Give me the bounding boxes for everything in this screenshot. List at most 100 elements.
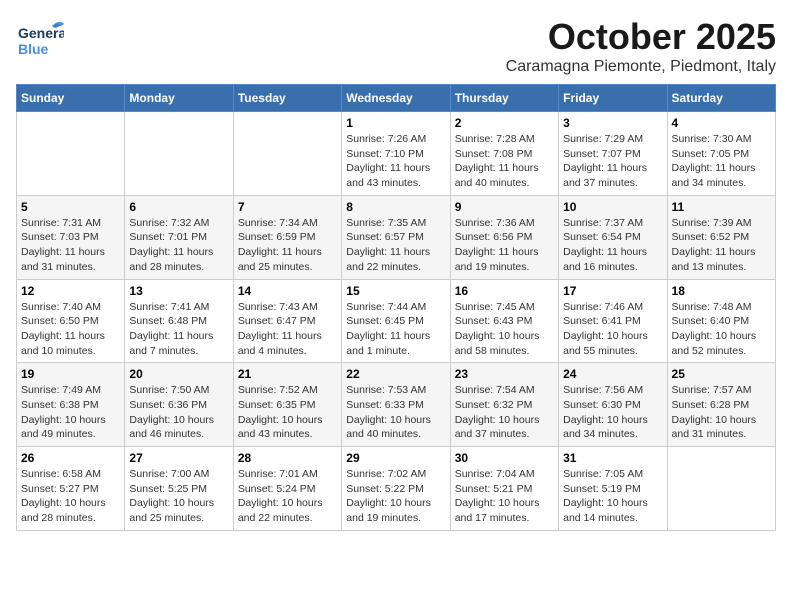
logo-icon: General Blue xyxy=(16,16,64,64)
day-number: 21 xyxy=(238,367,337,381)
day-info: Sunrise: 7:37 AM Sunset: 6:54 PM Dayligh… xyxy=(563,216,662,275)
day-cell xyxy=(125,112,233,196)
day-info: Sunrise: 7:45 AM Sunset: 6:43 PM Dayligh… xyxy=(455,300,554,359)
day-info: Sunrise: 7:30 AM Sunset: 7:05 PM Dayligh… xyxy=(672,132,771,191)
day-info: Sunrise: 7:48 AM Sunset: 6:40 PM Dayligh… xyxy=(672,300,771,359)
day-info: Sunrise: 7:34 AM Sunset: 6:59 PM Dayligh… xyxy=(238,216,337,275)
day-cell: 18 Sunrise: 7:48 AM Sunset: 6:40 PM Dayli… xyxy=(667,279,775,363)
day-cell: 6 Sunrise: 7:32 AM Sunset: 7:01 PM Daylig… xyxy=(125,195,233,279)
day-info: Sunrise: 7:02 AM Sunset: 5:22 PM Dayligh… xyxy=(346,467,445,526)
logo: General Blue xyxy=(16,16,64,64)
page-header: General Blue October 2025 Caramagna Piem… xyxy=(16,16,776,76)
day-number: 2 xyxy=(455,116,554,130)
day-number: 15 xyxy=(346,284,445,298)
day-cell: 11 Sunrise: 7:39 AM Sunset: 6:52 PM Dayli… xyxy=(667,195,775,279)
day-cell: 23 Sunrise: 7:54 AM Sunset: 6:32 PM Dayli… xyxy=(450,363,558,447)
day-info: Sunrise: 7:50 AM Sunset: 6:36 PM Dayligh… xyxy=(129,383,228,442)
day-info: Sunrise: 7:26 AM Sunset: 7:10 PM Dayligh… xyxy=(346,132,445,191)
day-cell: 3 Sunrise: 7:29 AM Sunset: 7:07 PM Daylig… xyxy=(559,112,667,196)
day-info: Sunrise: 7:44 AM Sunset: 6:45 PM Dayligh… xyxy=(346,300,445,359)
day-info: Sunrise: 7:04 AM Sunset: 5:21 PM Dayligh… xyxy=(455,467,554,526)
day-cell: 28Sunrise: 7:01 AM Sunset: 5:24 PM Dayli… xyxy=(233,447,341,531)
day-cell: 2 Sunrise: 7:28 AM Sunset: 7:08 PM Daylig… xyxy=(450,112,558,196)
day-cell: 14Sunrise: 7:43 AM Sunset: 6:47 PM Dayli… xyxy=(233,279,341,363)
day-number: 14 xyxy=(238,284,337,298)
day-number: 24 xyxy=(563,367,662,381)
day-number: 30 xyxy=(455,451,554,465)
day-cell: 26Sunrise: 6:58 AM Sunset: 5:27 PM Dayli… xyxy=(17,447,125,531)
day-info: Sunrise: 7:00 AM Sunset: 5:25 PM Dayligh… xyxy=(129,467,228,526)
day-info: Sunrise: 7:54 AM Sunset: 6:32 PM Dayligh… xyxy=(455,383,554,442)
day-number: 1 xyxy=(346,116,445,130)
day-header-monday: Monday xyxy=(125,85,233,112)
day-header-saturday: Saturday xyxy=(667,85,775,112)
day-info: Sunrise: 7:53 AM Sunset: 6:33 PM Dayligh… xyxy=(346,383,445,442)
day-cell: 7Sunrise: 7:34 AM Sunset: 6:59 PM Daylig… xyxy=(233,195,341,279)
day-cell: 12Sunrise: 7:40 AM Sunset: 6:50 PM Dayli… xyxy=(17,279,125,363)
day-number: 17 xyxy=(563,284,662,298)
day-info: Sunrise: 7:29 AM Sunset: 7:07 PM Dayligh… xyxy=(563,132,662,191)
day-number: 5 xyxy=(21,200,120,214)
day-info: Sunrise: 7:05 AM Sunset: 5:19 PM Dayligh… xyxy=(563,467,662,526)
day-header-tuesday: Tuesday xyxy=(233,85,341,112)
day-info: Sunrise: 7:56 AM Sunset: 6:30 PM Dayligh… xyxy=(563,383,662,442)
week-row-2: 5Sunrise: 7:31 AM Sunset: 7:03 PM Daylig… xyxy=(17,195,776,279)
title-block: October 2025 Caramagna Piemonte, Piedmon… xyxy=(506,16,776,76)
day-number: 25 xyxy=(672,367,771,381)
day-number: 11 xyxy=(672,200,771,214)
day-number: 26 xyxy=(21,451,120,465)
day-number: 3 xyxy=(563,116,662,130)
day-number: 18 xyxy=(672,284,771,298)
day-header-thursday: Thursday xyxy=(450,85,558,112)
day-number: 29 xyxy=(346,451,445,465)
day-cell: 22Sunrise: 7:53 AM Sunset: 6:33 PM Dayli… xyxy=(342,363,450,447)
day-info: Sunrise: 7:01 AM Sunset: 5:24 PM Dayligh… xyxy=(238,467,337,526)
day-number: 9 xyxy=(455,200,554,214)
week-row-4: 19Sunrise: 7:49 AM Sunset: 6:38 PM Dayli… xyxy=(17,363,776,447)
day-number: 4 xyxy=(672,116,771,130)
day-cell: 21 Sunrise: 7:52 AM Sunset: 6:35 PM Dayli… xyxy=(233,363,341,447)
month-title: October 2025 xyxy=(506,16,776,58)
day-info: Sunrise: 7:39 AM Sunset: 6:52 PM Dayligh… xyxy=(672,216,771,275)
day-number: 23 xyxy=(455,367,554,381)
day-cell: 27 Sunrise: 7:00 AM Sunset: 5:25 PM Dayli… xyxy=(125,447,233,531)
svg-text:Blue: Blue xyxy=(18,41,49,57)
day-cell: 1 Sunrise: 7:26 AM Sunset: 7:10 PM Daylig… xyxy=(342,112,450,196)
day-cell: 16Sunrise: 7:45 AM Sunset: 6:43 PM Dayli… xyxy=(450,279,558,363)
day-cell: 8Sunrise: 7:35 AM Sunset: 6:57 PM Daylig… xyxy=(342,195,450,279)
week-row-5: 26Sunrise: 6:58 AM Sunset: 5:27 PM Dayli… xyxy=(17,447,776,531)
day-info: Sunrise: 7:57 AM Sunset: 6:28 PM Dayligh… xyxy=(672,383,771,442)
day-cell xyxy=(233,112,341,196)
week-row-3: 12Sunrise: 7:40 AM Sunset: 6:50 PM Dayli… xyxy=(17,279,776,363)
day-cell: 24 Sunrise: 7:56 AM Sunset: 6:30 PM Dayli… xyxy=(559,363,667,447)
day-number: 13 xyxy=(129,284,228,298)
day-number: 12 xyxy=(21,284,120,298)
day-number: 31 xyxy=(563,451,662,465)
day-cell: 19Sunrise: 7:49 AM Sunset: 6:38 PM Dayli… xyxy=(17,363,125,447)
week-row-1: 1 Sunrise: 7:26 AM Sunset: 7:10 PM Daylig… xyxy=(17,112,776,196)
day-info: Sunrise: 7:41 AM Sunset: 6:48 PM Dayligh… xyxy=(129,300,228,359)
day-header-sunday: Sunday xyxy=(17,85,125,112)
day-cell: 25 Sunrise: 7:57 AM Sunset: 6:28 PM Dayli… xyxy=(667,363,775,447)
calendar-table: SundayMondayTuesdayWednesdayThursdayFrid… xyxy=(16,84,776,531)
day-number: 10 xyxy=(563,200,662,214)
day-number: 6 xyxy=(129,200,228,214)
day-info: Sunrise: 7:32 AM Sunset: 7:01 PM Dayligh… xyxy=(129,216,228,275)
day-cell xyxy=(17,112,125,196)
day-number: 20 xyxy=(129,367,228,381)
day-cell: 15 Sunrise: 7:44 AM Sunset: 6:45 PM Dayli… xyxy=(342,279,450,363)
day-info: Sunrise: 7:52 AM Sunset: 6:35 PM Dayligh… xyxy=(238,383,337,442)
day-info: Sunrise: 7:28 AM Sunset: 7:08 PM Dayligh… xyxy=(455,132,554,191)
day-cell: 29 Sunrise: 7:02 AM Sunset: 5:22 PM Dayli… xyxy=(342,447,450,531)
day-number: 27 xyxy=(129,451,228,465)
day-cell: 5Sunrise: 7:31 AM Sunset: 7:03 PM Daylig… xyxy=(17,195,125,279)
day-cell: 30 Sunrise: 7:04 AM Sunset: 5:21 PM Dayli… xyxy=(450,447,558,531)
day-info: Sunrise: 7:36 AM Sunset: 6:56 PM Dayligh… xyxy=(455,216,554,275)
day-number: 8 xyxy=(346,200,445,214)
day-cell: 20 Sunrise: 7:50 AM Sunset: 6:36 PM Dayli… xyxy=(125,363,233,447)
day-cell: 9 Sunrise: 7:36 AM Sunset: 6:56 PM Daylig… xyxy=(450,195,558,279)
day-header-friday: Friday xyxy=(559,85,667,112)
day-info: Sunrise: 7:46 AM Sunset: 6:41 PM Dayligh… xyxy=(563,300,662,359)
day-header-wednesday: Wednesday xyxy=(342,85,450,112)
day-cell xyxy=(667,447,775,531)
